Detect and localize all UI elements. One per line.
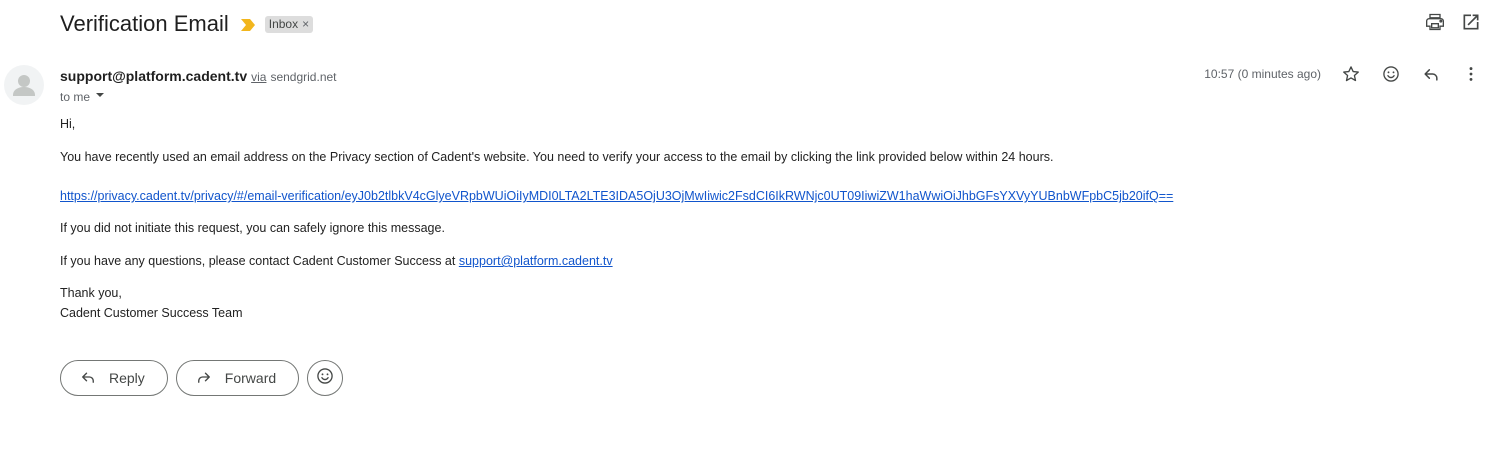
contact-email-link[interactable]: support@platform.cadent.tv <box>459 254 613 268</box>
reply-icon <box>79 368 97 389</box>
via-link[interactable]: via <box>251 70 266 84</box>
via-domain: sendgrid.net <box>270 70 337 84</box>
reply-button[interactable]: Reply <box>60 360 168 396</box>
forward-button-label: Forward <box>224 370 277 386</box>
more-vert-icon[interactable] <box>1461 64 1481 84</box>
reply-button-label: Reply <box>109 370 145 386</box>
sender-info: support@platform.cadent.tv via sendgrid.… <box>60 68 337 84</box>
timestamp: 10:57 (0 minutes ago) <box>1204 67 1321 81</box>
print-icon[interactable] <box>1425 12 1445 32</box>
forward-icon <box>195 368 213 389</box>
inbox-label-chip: Inbox × <box>264 15 314 33</box>
star-icon[interactable] <box>1341 64 1361 84</box>
signature: Cadent Customer Success Team <box>60 306 243 320</box>
subject-row: Verification Email Inbox × <box>60 8 314 40</box>
reply-icon[interactable] <box>1421 64 1441 84</box>
thread-toolbar <box>1425 12 1481 32</box>
label-text: Inbox <box>268 17 299 31</box>
message-actions <box>1341 64 1481 84</box>
emoji-icon <box>315 366 335 391</box>
chevron-down-icon <box>94 89 106 104</box>
react-emoji-button[interactable] <box>307 360 344 396</box>
importance-marker-icon[interactable] <box>240 18 255 31</box>
greeting: Hi, <box>60 117 76 131</box>
body-paragraph-3: If you have any questions, please contac… <box>60 253 613 271</box>
sender-avatar[interactable] <box>4 65 44 105</box>
open-in-new-window-icon[interactable] <box>1461 12 1481 32</box>
body-paragraph-1: You have recently used an email address … <box>60 150 1054 164</box>
body-paragraph-2: If you did not initiate this request, yo… <box>60 221 445 235</box>
to-label: to me <box>60 89 91 104</box>
email-subject: Verification Email <box>60 11 229 36</box>
reply-actions: Reply Forward <box>60 360 344 396</box>
forward-button[interactable]: Forward <box>175 360 300 396</box>
sender-email[interactable]: support@platform.cadent.tv <box>60 68 247 84</box>
verification-link-paragraph: https://privacy.cadent.tv/privacy/#/emai… <box>60 188 1173 206</box>
emoji-icon[interactable] <box>1381 64 1401 84</box>
message-meta: 10:57 (0 minutes ago) <box>1204 64 1481 84</box>
verification-link[interactable]: https://privacy.cadent.tv/privacy/#/emai… <box>60 189 1173 203</box>
signoff: Thank you, <box>60 286 122 300</box>
recipient-details-toggle[interactable]: to me <box>60 89 106 104</box>
contact-text: If you have any questions, please contac… <box>60 254 459 268</box>
remove-label-button[interactable]: × <box>302 17 309 31</box>
